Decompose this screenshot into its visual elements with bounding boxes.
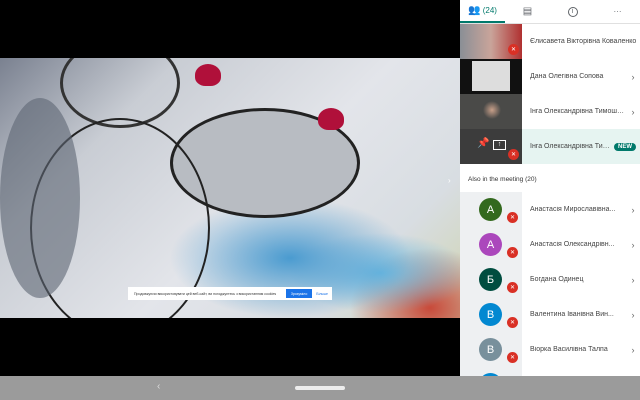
mic-off-icon: ✕ (507, 282, 518, 293)
attendee-row[interactable]: В ✕ Валентина Іванівна Вин... › (460, 297, 640, 332)
participant-name: Інга Олександрівна Тимошенко (530, 143, 614, 150)
attendee-row[interactable]: В ✕ Віорка Василівна Талпа › (460, 332, 640, 367)
participant-video (460, 94, 522, 129)
attendee-row[interactable]: А ✕ Анастасія Олександрівн... › (460, 227, 640, 262)
avatar-cell: В ✕ (460, 332, 522, 367)
expand-icon[interactable]: › (448, 176, 451, 185)
chat-icon: ▤ (522, 6, 533, 17)
pin-icon[interactable]: 📌 (477, 138, 489, 149)
attendee-row[interactable]: Б ✕ Богдана Одинец › (460, 262, 640, 297)
presentation-video (0, 58, 460, 318)
tab-info[interactable]: i (550, 0, 595, 23)
mic-off-icon: ✕ (507, 212, 518, 223)
cookie-text: Продовжуючи використовувати цей веб-сайт… (134, 291, 277, 296)
new-badge: NEW (614, 142, 636, 151)
mic-off-icon: ✕ (507, 352, 518, 363)
participant-name: Єлисавета Вікторівна Коваленко (530, 38, 637, 45)
participant-video (460, 59, 522, 94)
back-icon[interactable]: ‹ (157, 381, 160, 392)
cookie-banner: Продовжуючи використовувати цей веб-сайт… (128, 287, 332, 300)
avatar-cell (460, 367, 522, 376)
chevron-right-icon[interactable]: › (626, 275, 640, 285)
participant-name: Дана Олегівна Сопова (530, 73, 604, 80)
attendee-row[interactable]: А ✕ Анастасія Мирославівна... › (460, 192, 640, 227)
participant-name: Інга Олександрівна Тимошенко (530, 108, 626, 115)
avatar: А (479, 233, 502, 256)
attendee-name: Анастасія Олександрівн... (530, 241, 615, 248)
also-in-meeting-heading: Also in the meeting (20) (468, 175, 537, 183)
chevron-right-icon[interactable]: › (626, 205, 640, 215)
avatar-cell: А ✕ (460, 227, 522, 262)
attendee-name: Богдана Одинец (530, 276, 584, 283)
attendee-name: Віорка Василівна Талпа (530, 346, 608, 353)
avatar-cell: В ✕ (460, 297, 522, 332)
more-options-button[interactable]: ··· (595, 0, 640, 23)
pinned-participant[interactable]: 📌 ↑ ✕ Інга Олександрівна Тимошенко NEW (460, 129, 640, 164)
avatar: А (479, 198, 502, 221)
info-icon: i (567, 6, 578, 17)
avatar: В (479, 303, 502, 326)
attendee-row[interactable] (460, 367, 640, 376)
avatar-cell: Б ✕ (460, 262, 522, 297)
people-count: (24) (482, 6, 497, 15)
panel-tabs: 👥 (24) ▤ i ··· (460, 0, 640, 24)
mic-off-icon: ✕ (508, 149, 519, 160)
tab-people[interactable]: 👥 (24) (460, 0, 505, 23)
people-panel: 👥 (24) ▤ i ··· ✕ Єлисавета Вікторівна Ко… (460, 0, 640, 376)
chevron-right-icon[interactable]: › (626, 240, 640, 250)
avatar: В (479, 338, 502, 361)
attendee-name: Анастасія Мирославівна... (530, 206, 616, 213)
home-button[interactable] (295, 386, 345, 390)
chevron-right-icon[interactable]: › (626, 345, 640, 355)
participant-video: ✕ (460, 24, 522, 59)
video-area[interactable]: › Продовжуючи використовувати цей веб-са… (0, 0, 460, 376)
tab-chat[interactable]: ▤ (505, 0, 550, 23)
mic-off-icon: ✕ (507, 247, 518, 258)
pinned-participant[interactable]: ✕ Єлисавета Вікторівна Коваленко (460, 24, 640, 59)
avatar-cell: А ✕ (460, 192, 522, 227)
avatar: Б (479, 268, 502, 291)
accept-button[interactable]: Зрозуміло (285, 289, 313, 298)
people-icon: 👥 (468, 5, 481, 16)
chevron-right-icon[interactable]: › (626, 310, 640, 320)
participant-video: 📌 ↑ ✕ (460, 129, 522, 164)
chevron-right-icon[interactable]: › (626, 107, 640, 117)
presenting-icon: ↑ (493, 140, 506, 150)
pinned-participant[interactable]: Інга Олександрівна Тимошенко › (460, 94, 640, 129)
mic-off-icon: ✕ (508, 44, 519, 55)
more-button[interactable]: Більше (312, 292, 332, 296)
attendee-name: Валентина Іванівна Вин... (530, 311, 614, 318)
mic-off-icon: ✕ (507, 317, 518, 328)
pinned-participant[interactable]: Дана Олегівна Сопова › (460, 59, 640, 94)
more-icon: ··· (613, 7, 622, 16)
chevron-right-icon[interactable]: › (626, 72, 640, 82)
